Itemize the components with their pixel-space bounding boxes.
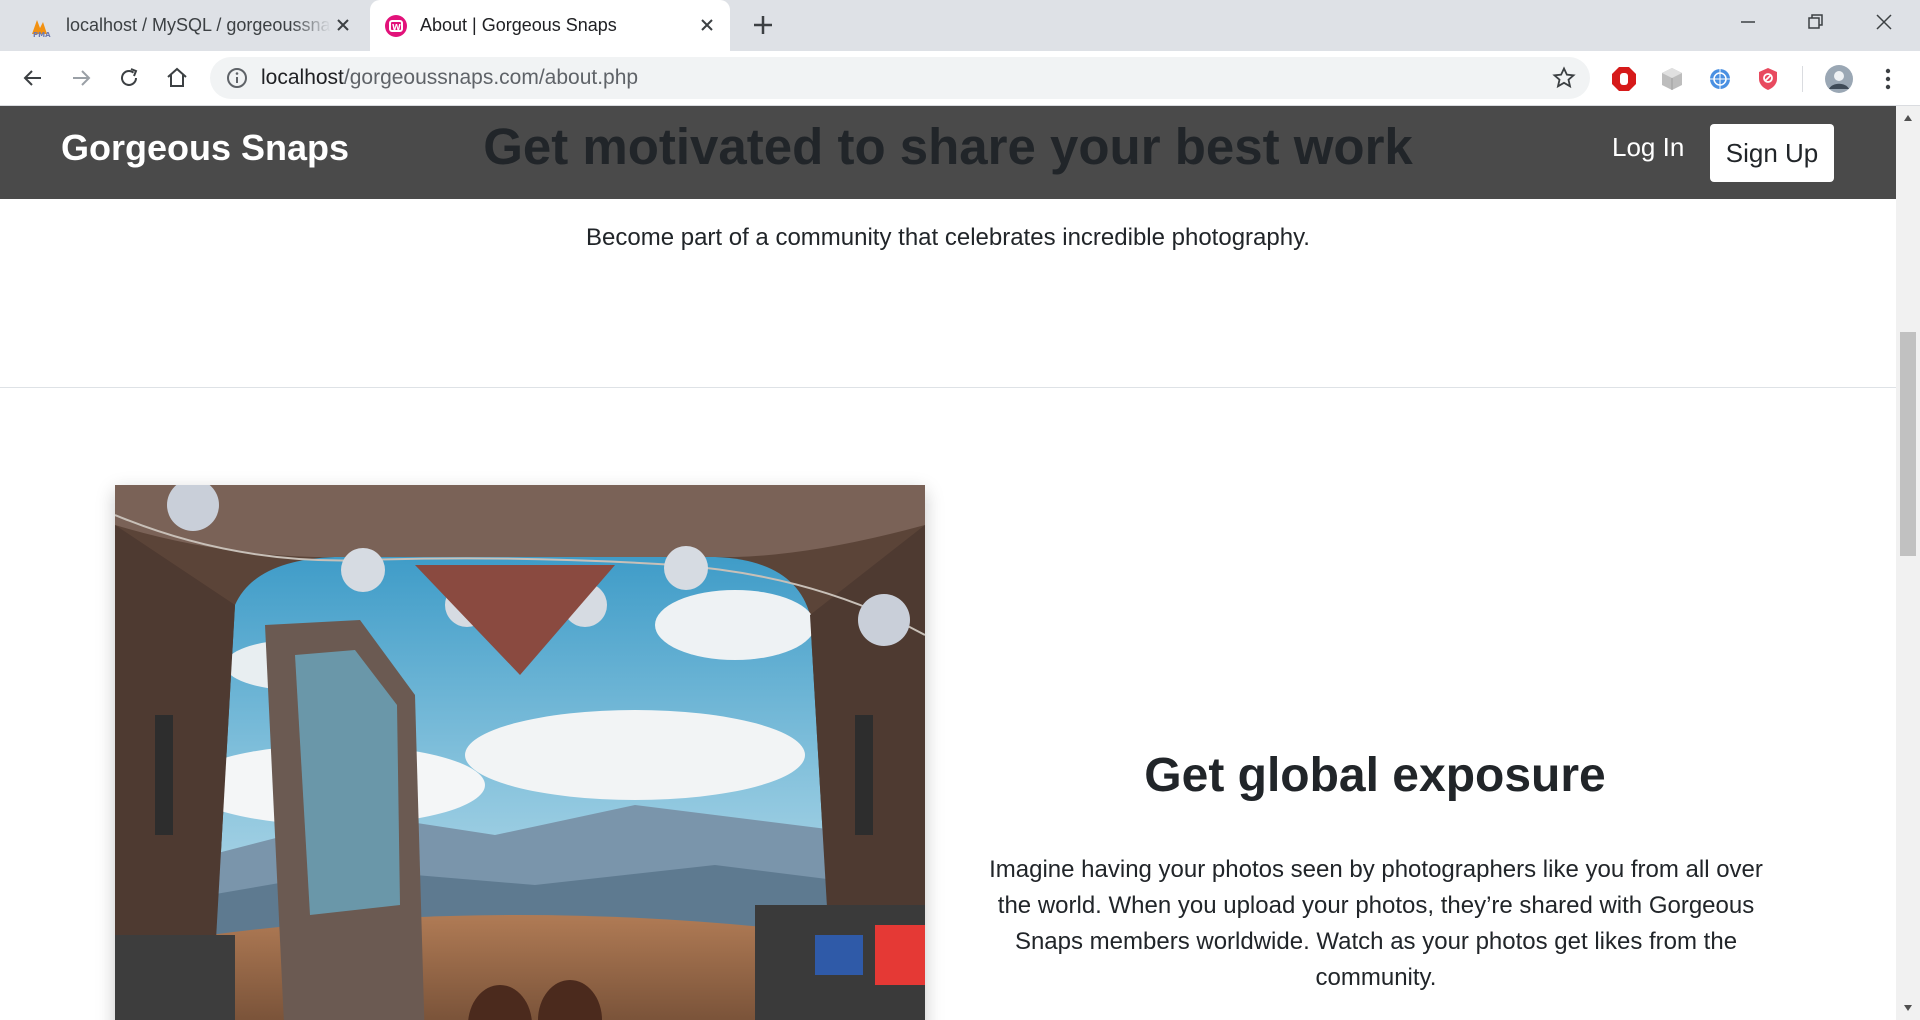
site-favicon-icon: W — [385, 15, 407, 37]
scrollbar-thumb[interactable] — [1900, 332, 1916, 556]
hero-subtitle: Become part of a community that celebrat… — [586, 224, 1310, 251]
feature-photo — [115, 485, 925, 1020]
url-text: localhost/gorgeoussnaps.com/about.php — [261, 57, 638, 99]
page-scrollbar[interactable] — [1896, 106, 1920, 1020]
restore-icon — [1808, 14, 1823, 29]
close-window-button[interactable] — [1850, 0, 1918, 44]
close-icon[interactable] — [332, 14, 354, 36]
close-icon — [1876, 14, 1892, 30]
bookmark-star-icon[interactable] — [1552, 66, 1576, 90]
home-button[interactable] — [160, 61, 194, 95]
login-link[interactable]: Log In — [1602, 120, 1694, 174]
tab-about[interactable]: W About | Gorgeous Snaps — [370, 0, 730, 51]
browser-toolbar: localhost/gorgeoussnaps.com/about.php — [0, 51, 1920, 106]
phpmyadmin-icon: PMA — [32, 20, 51, 38]
scroll-down-button[interactable] — [1896, 996, 1920, 1020]
reload-icon — [121, 68, 138, 86]
cube-extension-icon[interactable] — [1658, 65, 1686, 93]
info-icon[interactable] — [226, 67, 248, 89]
arrow-right-icon — [73, 70, 91, 86]
site-navbar: Gorgeous Snaps Log In Sign Up — [0, 106, 1896, 199]
forward-button[interactable] — [64, 61, 98, 95]
tab-title: About | Gorgeous Snaps — [420, 15, 617, 35]
reload-button[interactable] — [112, 61, 146, 95]
section-divider — [0, 387, 1896, 388]
more-menu-icon[interactable] — [1874, 65, 1902, 93]
tab-phpmyadmin[interactable]: PMA localhost / MySQL / gorgeoussnaps — [16, 0, 366, 51]
home-icon — [167, 67, 187, 87]
feature-description: Imagine having your photos seen by photo… — [989, 856, 1763, 991]
minimize-icon — [1741, 21, 1755, 23]
signup-button[interactable]: Sign Up — [1710, 124, 1834, 182]
page-viewport: Gorgeous Snaps Log In Sign Up Get motiva… — [0, 106, 1896, 1020]
shield-extension-icon[interactable] — [1754, 65, 1782, 93]
new-tab-icon[interactable] — [748, 10, 778, 40]
back-button[interactable] — [16, 61, 50, 95]
browser-tabstrip: PMA localhost / MySQL / gorgeoussnaps W … — [0, 0, 1920, 51]
tab-title: localhost / MySQL / gorgeoussnaps — [66, 15, 331, 35]
site-brand[interactable]: Gorgeous Snaps — [61, 106, 349, 199]
scroll-up-button[interactable] — [1896, 106, 1920, 130]
adblock-extension-icon[interactable] — [1610, 65, 1638, 93]
close-icon[interactable] — [696, 14, 718, 36]
url-host: localhost — [261, 66, 344, 89]
triangle-up-icon — [1904, 115, 1912, 121]
globe-extension-icon[interactable] — [1706, 65, 1734, 93]
address-bar[interactable]: localhost/gorgeoussnaps.com/about.php — [210, 57, 1590, 99]
svg-text:W: W — [392, 23, 401, 32]
minimize-button[interactable] — [1714, 0, 1782, 44]
triangle-down-icon — [1904, 1005, 1912, 1011]
svg-text:PMA: PMA — [33, 31, 51, 38]
url-path: /gorgeoussnaps.com/about.php — [343, 66, 639, 89]
arrow-left-icon — [23, 70, 41, 86]
avatar[interactable] — [1824, 64, 1854, 94]
van-view-image — [115, 485, 925, 1020]
restore-button[interactable] — [1782, 0, 1850, 44]
toolbar-separator — [1802, 66, 1803, 92]
feature-title: Get global exposure — [1144, 749, 1606, 802]
